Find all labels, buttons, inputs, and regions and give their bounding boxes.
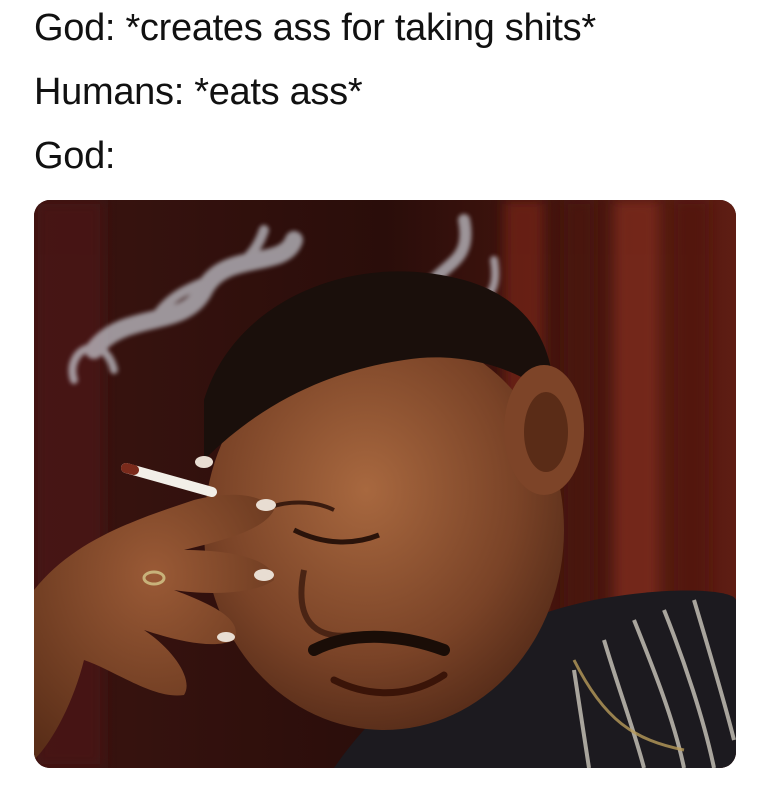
caption-line-2: Humans: *eats ass*	[34, 71, 363, 113]
caption-line-1: God: *creates ass for taking shits*	[34, 7, 596, 49]
caption-line-3: God:	[34, 135, 116, 177]
meme-photo	[34, 200, 736, 768]
crying-man-smoking-photo-icon	[34, 200, 736, 768]
